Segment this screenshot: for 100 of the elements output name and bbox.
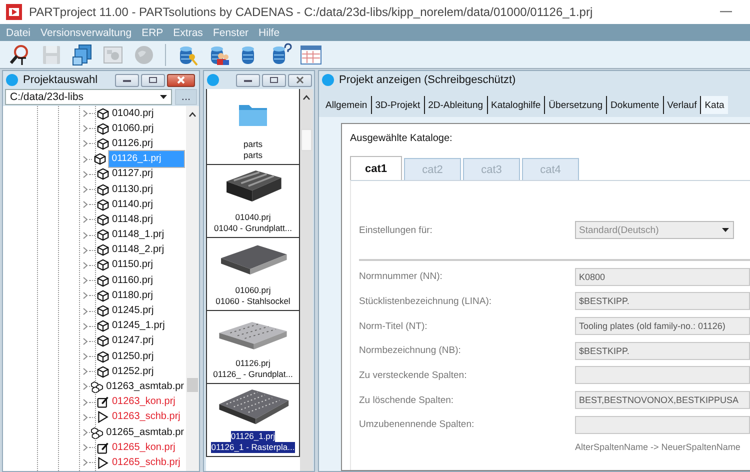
maximize-button[interactable] (141, 74, 165, 86)
input-field[interactable]: BEST,BESTNOVONOX,BESTKIPPUSA (575, 391, 750, 410)
expand-icon[interactable] (83, 125, 88, 132)
tree-item[interactable]: 01148.prj (111, 214, 154, 226)
expand-icon[interactable] (83, 110, 88, 118)
tab[interactable]: cat1 (350, 156, 402, 180)
tab[interactable]: Kata (700, 96, 728, 114)
tree-item[interactable]: 01148_2.prj (111, 244, 166, 256)
tab[interactable]: Allgemein (322, 96, 371, 114)
tree-item[interactable]: 01150.prj (111, 259, 154, 272)
expand-icon[interactable] (83, 353, 88, 360)
expand-icon[interactable] (83, 292, 88, 300)
preview-item[interactable]: 01040.prj 01040 - Grundplatt... (207, 165, 299, 238)
tree-item[interactable]: 01245.prj (111, 305, 155, 318)
maximize-icon (269, 76, 279, 84)
path-dropdown[interactable]: C:/data/23d-libs (5, 89, 172, 105)
input-field[interactable]: $BESTKIPP. (575, 292, 750, 310)
scroll-thumb[interactable] (301, 129, 312, 151)
scroll-up-icon[interactable] (189, 112, 196, 117)
window-title: PARTproject 11.00 - PARTsolutions by CADENAS - C:/data/23d-libs/kipp_norelem/data/01000/01126_1.prj (29, 5, 593, 19)
cube-icon (97, 108, 109, 120)
tab[interactable]: Übersetzung (544, 96, 606, 114)
preview-item[interactable]: 01060.prj 01060 - Stahlsockel (207, 238, 299, 311)
minimize-button[interactable] (236, 74, 260, 86)
input-field[interactable] (575, 416, 750, 434)
expand-icon[interactable] (83, 308, 88, 315)
minimize-button[interactable] (115, 74, 139, 86)
tab[interactable]: 3D-Projekt (370, 96, 424, 114)
table-icon[interactable] (299, 42, 323, 66)
preview-item[interactable]: 01126.prj 01126_ - Grundplat... (207, 311, 299, 384)
file-name: 01126.prj (236, 358, 270, 369)
expand-icon[interactable] (83, 459, 88, 466)
minimize-icon[interactable] (720, 9, 732, 15)
cube-icon (97, 335, 109, 348)
tree-item[interactable]: 01148_1.prj (111, 229, 166, 242)
preview-item[interactable]: parts parts (207, 89, 299, 165)
expand-icon[interactable] (83, 140, 88, 148)
browse-button[interactable]: ... (175, 89, 197, 105)
hint-text: AlterSpaltenName -> NeuerSpaltenName (575, 442, 740, 452)
tab[interactable]: Kataloghilfe (486, 96, 544, 114)
tab[interactable]: Dokumente (606, 96, 663, 114)
tab[interactable]: 2D-Ableitung (424, 96, 487, 114)
preview-item[interactable]: 01126_1.prj 01126_1 - Rasterpla... (207, 384, 299, 457)
tree-item[interactable]: 01265_schb.prj (111, 456, 182, 469)
expand-icon[interactable] (83, 262, 88, 269)
documents-icon[interactable] (70, 42, 94, 66)
tree-item[interactable]: 01160.prj (111, 274, 154, 287)
close-button[interactable] (167, 74, 195, 86)
tree-item[interactable]: 01247.prj (111, 335, 155, 348)
edit-icon (97, 442, 109, 454)
scroll-up-icon[interactable] (303, 95, 310, 100)
tree-item[interactable]: 01127.prj (111, 168, 154, 180)
expand-icon[interactable] (83, 444, 88, 452)
input-field[interactable]: K0800 (575, 268, 750, 286)
scroll-thumb[interactable] (187, 378, 198, 392)
expand-icon[interactable] (83, 429, 88, 436)
triangle-icon (97, 456, 109, 469)
tree-item[interactable]: 01263_kon.prj (111, 396, 176, 408)
scrollbar[interactable] (186, 106, 199, 471)
tree-item[interactable]: 01245_1.prj (111, 320, 166, 332)
file-caption: parts (244, 150, 262, 161)
tree-item[interactable]: 01060.prj (111, 122, 155, 135)
scrollbar[interactable] (300, 89, 313, 471)
expand-icon[interactable] (83, 246, 88, 254)
expand-icon[interactable] (83, 232, 88, 239)
expand-icon[interactable] (83, 322, 88, 330)
tree-item[interactable]: 01126.prj (111, 138, 154, 150)
tree-item[interactable]: 01140.prj (111, 198, 154, 211)
input-field[interactable] (575, 366, 750, 384)
tree-item[interactable]: 01130.prj (111, 184, 154, 196)
tree-item[interactable]: 01252.prj (111, 366, 155, 378)
expand-icon[interactable] (83, 414, 88, 421)
caret-icon (160, 95, 167, 99)
maximize-icon (148, 76, 158, 84)
expand-icon[interactable] (83, 186, 88, 194)
cube-icon (97, 229, 109, 242)
expand-icon[interactable] (83, 156, 88, 163)
expand-icon[interactable] (83, 338, 88, 345)
triangle-icon (97, 411, 109, 424)
field-label: Zu löschende Spalten: (359, 394, 455, 406)
input-field[interactable]: Tooling plates (old family-no.: 01126) (575, 317, 750, 336)
close-button[interactable] (288, 74, 312, 86)
tree-item[interactable]: 01263_asmtab.pr (105, 380, 185, 393)
expand-icon[interactable] (83, 383, 88, 390)
expand-icon[interactable] (83, 201, 88, 208)
tree-item[interactable]: 01250.prj (111, 350, 155, 363)
tree-item[interactable]: 01040.prj (111, 108, 155, 120)
file-caption: 01040 - Grundplatt... (214, 223, 292, 234)
expand-icon[interactable] (83, 277, 88, 284)
tree-item[interactable]: 01265_kon.prj (111, 442, 176, 454)
tree-item[interactable]: 01180.prj (111, 290, 154, 302)
tree-item[interactable]: 01263_schb.prj (111, 411, 182, 424)
expand-icon[interactable] (83, 368, 88, 376)
tree-item[interactable]: 01265_asmtab.pr (105, 426, 185, 439)
maximize-button[interactable] (262, 74, 286, 86)
expand-icon[interactable] (83, 216, 88, 224)
expand-icon[interactable] (83, 398, 88, 406)
field-label: Normbezeichnung (NB): (359, 345, 462, 356)
expand-icon[interactable] (83, 170, 88, 178)
input-field[interactable]: $BESTKIPP. (575, 342, 750, 360)
